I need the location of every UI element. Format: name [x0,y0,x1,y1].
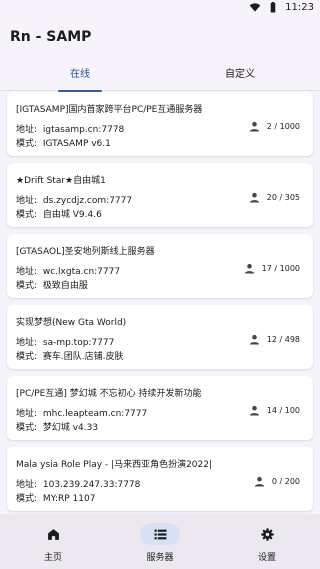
player-count-text: 12 / 498 [266,335,300,344]
person-icon [249,334,259,345]
server-mode-row: 模式: 赛车.团队.店铺.皮肤 [16,349,123,362]
nav-settings[interactable]: 设置 [214,514,320,569]
tab-custom-label: 自定义 [225,69,255,80]
tab-custom[interactable]: 自定义 [160,58,320,91]
server-name: ★Drift Star★自由城1 [16,176,106,186]
address-label: 地址: [16,338,38,348]
mode-label: 模式: [16,281,38,291]
player-count-text: 0 / 200 [271,477,300,486]
player-count-text: 20 / 305 [266,193,300,202]
wifi-icon [249,3,261,12]
server-mode-row: 模式: 自由城 V9.4.6 [16,207,102,220]
nav-servers-indicator [140,523,180,545]
person-icon [244,263,254,274]
server-card[interactable]: Mala ysia Role Play - |马来西亚角色扮演2022| 地址:… [7,447,313,511]
person-icon [254,476,264,487]
app-bar: Rn - SAMP [0,18,320,58]
player-count-text: 17 / 1000 [261,264,300,273]
status-bar: 11:23 [0,0,320,18]
nav-home[interactable]: 主页 [0,514,106,569]
server-list[interactable]: [IGTASAMP]国内首家跨平台PC/PE互通服务器 地址: igtasamp… [0,92,320,514]
person-icon [249,121,259,132]
server-list-icon [154,529,166,539]
server-name: Mala ysia Role Play - |马来西亚角色扮演2022| [16,460,213,470]
mode-label: 模式: [16,352,38,362]
server-name: 实现梦想(New Gta World) [16,318,127,328]
nav-settings-label: 设置 [257,553,276,563]
server-address: igtasamp.cn:7778 [42,125,125,135]
address-label: 地址: [16,196,38,206]
nav-settings-indicator [247,523,287,545]
tab-online-label: 在线 [70,69,90,80]
server-address: ds.zycdjz.com:7777 [42,196,133,206]
player-count-text: 14 / 100 [266,406,300,415]
tab-online[interactable]: 在线 [0,58,160,92]
address-label: 地址: [16,267,38,277]
status-time: 11:23 [285,2,314,13]
server-address: mhc.leapteam.cn:7777 [42,409,148,419]
server-address-row: 地址: mhc.leapteam.cn:7777 [16,406,147,419]
nav-servers-label: 服务器 [146,553,174,563]
server-address-row: 地址: ds.zycdjz.com:7777 [16,193,132,206]
server-mode: IGTASAMP v6.1 [42,139,111,149]
server-mode-row: 模式: MY:RP 1107 [16,491,95,504]
server-mode: MY:RP 1107 [42,494,96,504]
server-mode: 赛车.团队.店铺.皮肤 [42,352,124,362]
player-count: 20 / 305 [249,192,300,203]
server-mode-row: 模式: 梦幻城 v4.33 [16,420,98,433]
address-label: 地址: [16,125,38,135]
person-icon [249,405,259,416]
address-label: 地址: [16,480,38,490]
player-count: 2 / 1000 [249,121,300,132]
bottom-navigation: 主页 服务器 设置 [0,514,320,569]
server-card[interactable]: [IGTASAMP]国内首家跨平台PC/PE互通服务器 地址: igtasamp… [7,92,313,156]
server-address: 103.239.247.33:7778 [42,480,141,490]
gear-icon [260,527,274,541]
server-address-row: 地址: wc.lxgta.cn:7777 [16,264,120,277]
home-icon [47,528,59,540]
player-count: 12 / 498 [249,334,300,345]
server-address: wc.lxgta.cn:7777 [42,267,121,277]
tab-bar: 在线 自定义 [0,58,320,92]
battery-icon [270,2,276,13]
status-icons: 11:23 [249,2,314,13]
server-mode: 自由城 V9.4.6 [42,210,102,220]
server-address-row: 地址: igtasamp.cn:7778 [16,122,124,135]
server-address-row: 地址: sa-mp.top:7777 [16,335,114,348]
player-count: 0 / 200 [254,476,300,487]
nav-servers[interactable]: 服务器 [107,514,213,569]
mode-label: 模式: [16,139,38,149]
mode-label: 模式: [16,423,38,433]
server-mode-row: 模式: IGTASAMP v6.1 [16,136,111,149]
app-title: Rn - SAMP [10,29,92,45]
player-count: 17 / 1000 [244,263,300,274]
server-card[interactable]: [GTASAOL]圣安地列斯线上服务器 地址: wc.lxgta.cn:7777… [7,234,313,298]
mode-label: 模式: [16,210,38,220]
server-name: [GTASAOL]圣安地列斯线上服务器 [16,247,155,257]
player-count-text: 2 / 1000 [266,122,300,131]
person-icon [249,192,259,203]
nav-home-indicator [33,523,73,545]
address-label: 地址: [16,409,38,419]
server-mode: 极致自由服 [42,281,88,291]
server-name: [PC/PE互通] 梦幻城 不忘初心 持续开发新功能 [16,389,202,399]
player-count: 14 / 100 [249,405,300,416]
server-mode-row: 模式: 极致自由服 [16,278,88,291]
server-address: sa-mp.top:7777 [42,338,115,348]
mode-label: 模式: [16,494,38,504]
server-card[interactable]: 实现梦想(New Gta World) 地址: sa-mp.top:7777 模… [7,305,313,369]
nav-home-label: 主页 [43,553,62,563]
server-name: [IGTASAMP]国内首家跨平台PC/PE互通服务器 [16,105,203,115]
server-mode: 梦幻城 v4.33 [42,423,99,433]
server-address-row: 地址: 103.239.247.33:7778 [16,477,140,490]
server-card[interactable]: ★Drift Star★自由城1 地址: ds.zycdjz.com:7777 … [7,163,313,227]
server-card[interactable]: [PC/PE互通] 梦幻城 不忘初心 持续开发新功能 地址: mhc.leapt… [7,376,313,440]
